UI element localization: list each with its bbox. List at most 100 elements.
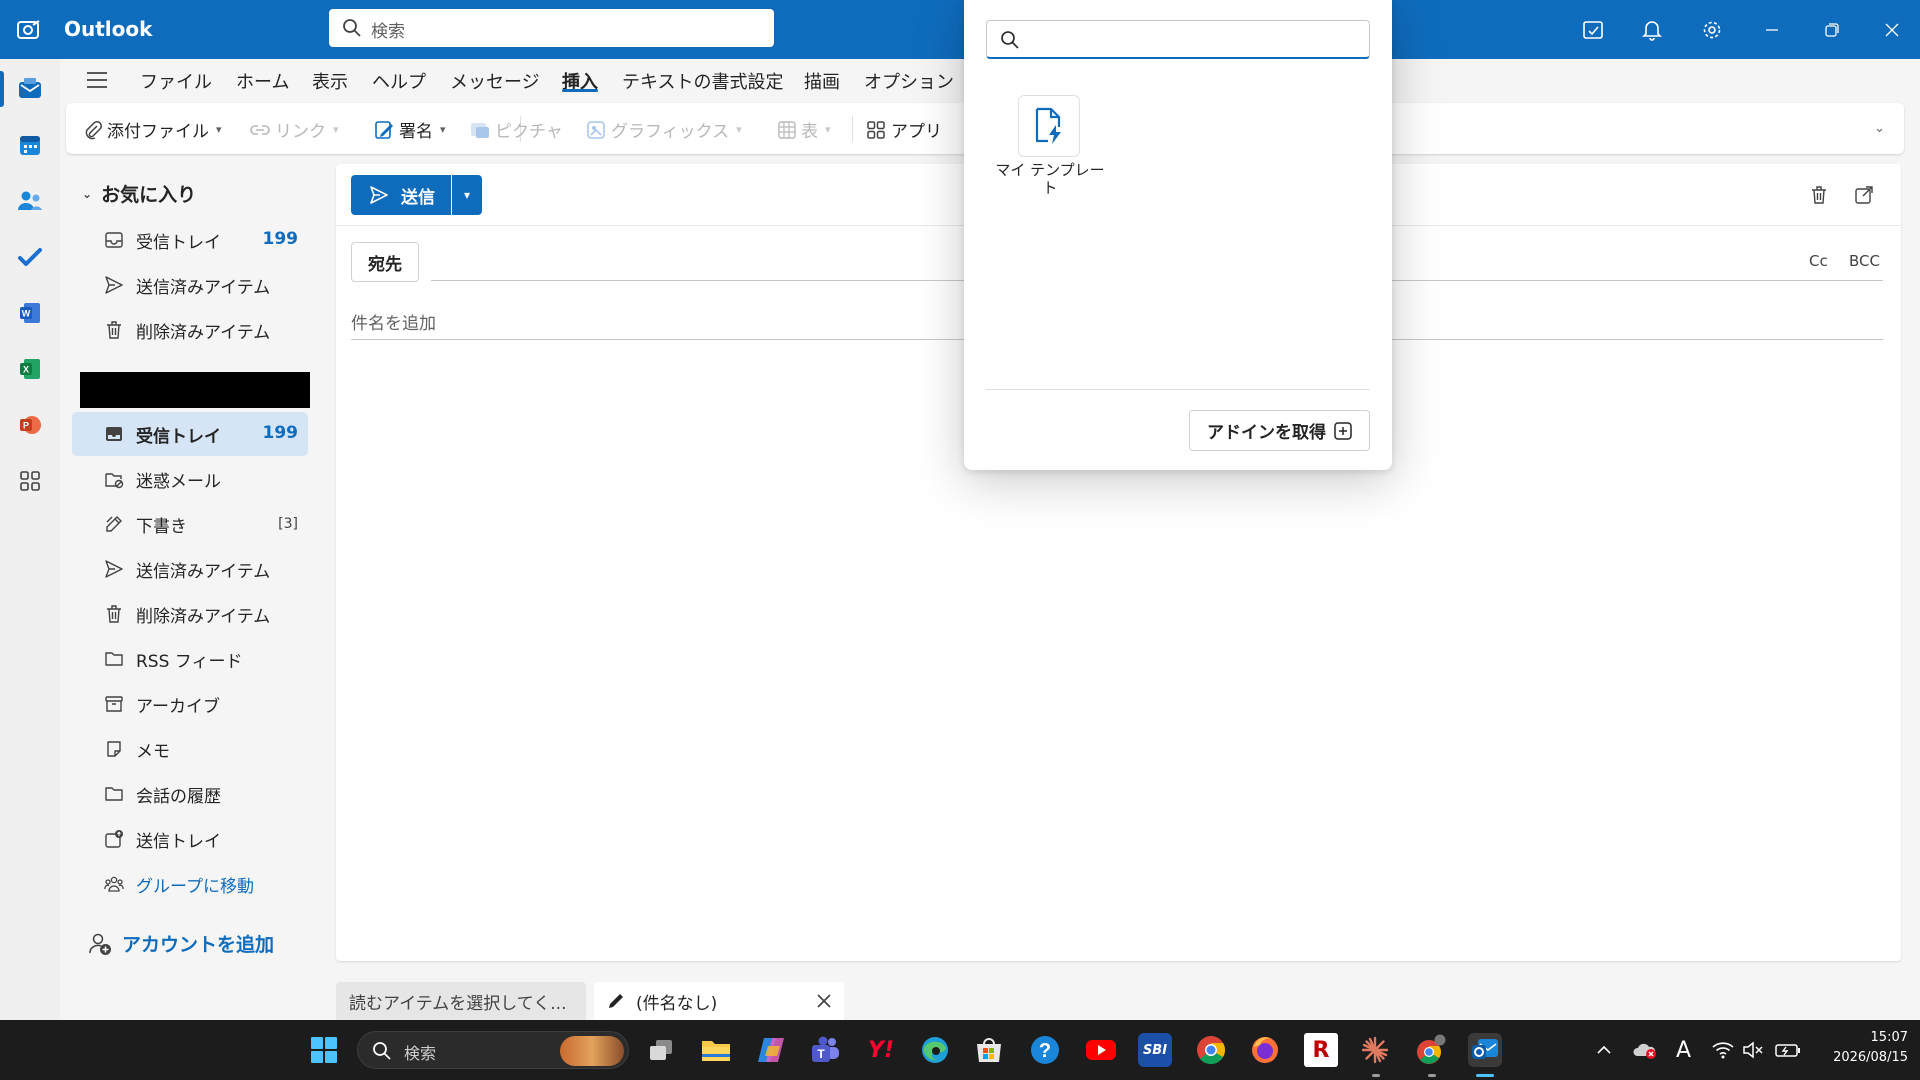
- help-icon[interactable]: ?: [1028, 1033, 1062, 1067]
- onedrive-status-icon[interactable]: [1632, 1020, 1658, 1080]
- fav-folder-inbox[interactable]: 受信トレイ 199: [72, 218, 308, 262]
- picture-button[interactable]: ピクチャ: [470, 117, 563, 142]
- folder-sent[interactable]: 送信済みアイテム: [72, 547, 308, 591]
- taskbar-clock[interactable]: 15:07 2026/08/15: [1818, 1028, 1908, 1068]
- my-templates-app-button[interactable]: [1018, 95, 1080, 157]
- claude-icon[interactable]: [1358, 1033, 1392, 1067]
- menu-home[interactable]: ホーム: [236, 68, 289, 94]
- yahoo-icon[interactable]: Y!: [864, 1033, 898, 1067]
- folder-label: グループに移動: [136, 877, 254, 897]
- rakuten-icon[interactable]: R: [1304, 1033, 1338, 1067]
- folder-inbox[interactable]: 受信トレイ 199: [72, 412, 308, 456]
- favorites-header[interactable]: ⌄ お気に入り: [82, 180, 196, 207]
- menu-format-text[interactable]: テキストの書式設定: [622, 68, 783, 94]
- subject-input[interactable]: 件名を追加: [351, 309, 436, 334]
- wifi-icon[interactable]: [1712, 1020, 1734, 1080]
- powerpoint-icon[interactable]: P: [14, 409, 46, 441]
- send-label: 送信: [401, 187, 435, 208]
- folder-outbox[interactable]: 送信トレイ: [72, 817, 308, 861]
- close-icon[interactable]: [816, 993, 832, 1009]
- teams-icon[interactable]: T: [808, 1033, 842, 1067]
- menu-view[interactable]: 表示: [312, 68, 348, 94]
- get-addins-button[interactable]: アドインを取得: [1189, 410, 1370, 451]
- add-account-label: アカウントを追加: [122, 934, 275, 956]
- link-button[interactable]: リンク ▾: [250, 117, 339, 142]
- discard-trash-icon[interactable]: [1806, 182, 1832, 208]
- send-options-dropdown[interactable]: ▾: [452, 175, 482, 215]
- folder-drafts[interactable]: 下書き [3]: [72, 502, 308, 546]
- my-day-icon[interactable]: [1578, 15, 1608, 45]
- file-explorer-icon[interactable]: [699, 1033, 733, 1067]
- folder-junk[interactable]: 迷惑メール: [72, 457, 308, 501]
- youtube-icon[interactable]: [1084, 1033, 1118, 1067]
- ribbon-divider: [852, 116, 853, 142]
- active-tab-underline: [562, 89, 598, 92]
- go-to-groups-link[interactable]: グループに移動: [72, 862, 308, 906]
- copilot-icon[interactable]: [754, 1033, 788, 1067]
- picture-label: ピクチャ: [495, 122, 563, 142]
- add-account-button[interactable]: アカウントを追加: [88, 930, 274, 957]
- draft-tab[interactable]: (件名なし): [594, 982, 844, 1020]
- apps-search-input[interactable]: [986, 20, 1370, 59]
- signature-label: 署名: [399, 122, 433, 142]
- bcc-button[interactable]: BCC: [1849, 252, 1880, 270]
- account-name-redacted[interactable]: [80, 372, 310, 408]
- ribbon-expand-icon[interactable]: ⌄: [1872, 121, 1885, 136]
- outlook-taskbar-icon[interactable]: [1468, 1033, 1502, 1067]
- folder-deleted[interactable]: 削除済みアイテム: [72, 592, 308, 636]
- folder-label: メモ: [136, 742, 170, 762]
- menu-help[interactable]: ヘルプ: [372, 68, 426, 94]
- ime-indicator[interactable]: A: [1676, 1020, 1691, 1080]
- send-button[interactable]: 送信: [351, 175, 451, 215]
- pop-out-icon[interactable]: [1851, 182, 1877, 208]
- more-apps-icon[interactable]: [14, 465, 46, 497]
- mail-icon[interactable]: [14, 73, 46, 105]
- taskbar-search[interactable]: 検索: [357, 1031, 629, 1069]
- menu-options[interactable]: オプション: [864, 68, 954, 94]
- graphics-button[interactable]: グラフィックス ▾: [586, 117, 742, 142]
- outlook-logo-icon: [17, 19, 41, 41]
- chrome-icon[interactable]: [1194, 1033, 1228, 1067]
- firefox-icon[interactable]: [1248, 1033, 1282, 1067]
- todo-icon[interactable]: [14, 241, 46, 273]
- sbi-icon[interactable]: SBI: [1138, 1033, 1172, 1067]
- folder-pane: ⌄ お気に入り 受信トレイ 199 送信済みアイテム 削除済みアイテム 受信トレ…: [60, 162, 324, 1020]
- calendar-icon[interactable]: [14, 129, 46, 161]
- microsoft-store-icon[interactable]: [972, 1033, 1006, 1067]
- people-icon[interactable]: [14, 185, 46, 217]
- gear-icon[interactable]: [1697, 15, 1727, 45]
- speaker-muted-icon[interactable]: [1742, 1020, 1764, 1080]
- menu-message[interactable]: メッセージ: [450, 68, 540, 94]
- hamburger-menu-icon[interactable]: [86, 71, 108, 89]
- menu-draw[interactable]: 描画: [804, 68, 840, 94]
- folder-rss[interactable]: RSS フィード: [72, 637, 308, 681]
- search-icon: [1001, 31, 1019, 49]
- to-button[interactable]: 宛先: [351, 242, 419, 282]
- minimize-icon[interactable]: [1757, 15, 1787, 45]
- signature-button[interactable]: 署名 ▾: [374, 117, 446, 142]
- excel-icon[interactable]: X: [14, 353, 46, 385]
- header-search-box[interactable]: 検索: [329, 9, 774, 47]
- table-button[interactable]: 表 ▾: [778, 117, 831, 142]
- folder-archive[interactable]: アーカイブ: [72, 682, 308, 726]
- cc-button[interactable]: Cc: [1809, 252, 1828, 270]
- fav-folder-deleted[interactable]: 削除済みアイテム: [72, 308, 308, 352]
- chrome-profile-icon[interactable]: [1414, 1033, 1448, 1067]
- fav-folder-sent[interactable]: 送信済みアイテム: [72, 263, 308, 307]
- attach-file-button[interactable]: 添付ファイル ▾: [84, 117, 222, 142]
- word-icon[interactable]: W: [14, 297, 46, 329]
- bell-icon[interactable]: [1637, 15, 1667, 45]
- close-icon[interactable]: [1877, 15, 1907, 45]
- windows-start-icon[interactable]: [307, 1033, 341, 1067]
- chevron-down-icon: ▾: [463, 188, 471, 202]
- folder-conversation-history[interactable]: 会話の履歴: [72, 772, 308, 816]
- apps-button[interactable]: アプリ: [866, 117, 942, 142]
- tray-overflow-icon[interactable]: [1596, 1020, 1612, 1080]
- menu-file[interactable]: ファイル: [140, 68, 212, 94]
- task-view-icon[interactable]: [644, 1033, 678, 1067]
- battery-icon[interactable]: [1774, 1020, 1802, 1080]
- restore-icon[interactable]: [1817, 15, 1847, 45]
- folder-notes[interactable]: メモ: [72, 727, 308, 771]
- reading-tab[interactable]: 読むアイテムを選択してく...: [336, 982, 586, 1020]
- edge-icon[interactable]: [918, 1033, 952, 1067]
